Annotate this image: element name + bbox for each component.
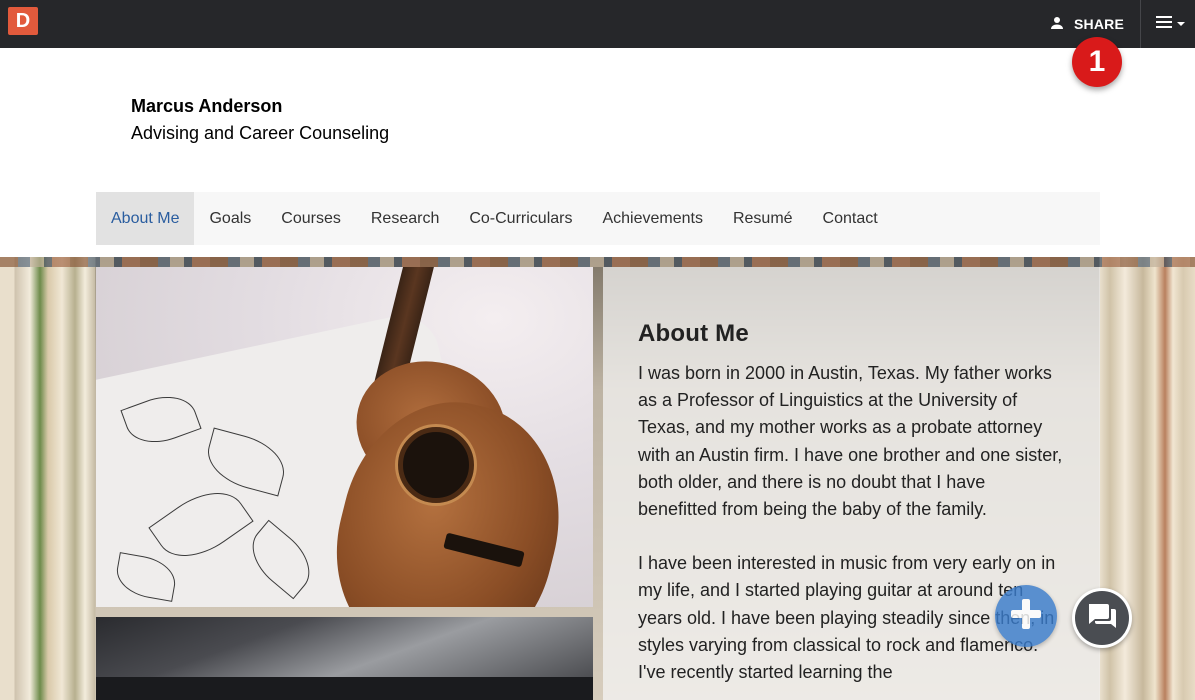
top-bar: D SHARE — [0, 0, 1195, 48]
add-button[interactable] — [995, 585, 1057, 647]
plus-icon — [1006, 594, 1046, 639]
person-icon — [1048, 14, 1066, 35]
tab-research[interactable]: Research — [356, 192, 454, 245]
chat-button[interactable] — [1072, 588, 1132, 648]
chevron-down-icon — [1176, 22, 1185, 26]
photo-dark-band — [96, 677, 593, 700]
app-logo[interactable]: D — [8, 7, 38, 35]
step-badge: 1 — [1072, 37, 1122, 87]
share-label: SHARE — [1074, 16, 1125, 32]
tab-courses[interactable]: Courses — [266, 192, 356, 245]
about-paragraph: I was born in 2000 in Austin, Texas. My … — [638, 363, 1063, 520]
tab-goals[interactable]: Goals — [194, 192, 266, 245]
tab-resume[interactable]: Resumé — [718, 192, 808, 245]
chat-icon — [1085, 599, 1119, 638]
tab-contact[interactable]: Contact — [808, 192, 893, 245]
guitar-sound-hole — [398, 427, 474, 503]
book-spines-strip — [0, 257, 1195, 267]
chat-button-inner — [1075, 591, 1129, 645]
main-menu-button[interactable] — [1150, 0, 1190, 48]
profile-name: Marcus Anderson — [131, 96, 283, 116]
hamburger-icon — [1155, 15, 1174, 34]
about-heading: About Me — [638, 320, 749, 347]
profile-department: Advising and Career Counseling — [131, 123, 390, 143]
second-photo — [96, 617, 593, 700]
tab-about-me[interactable]: About Me — [96, 192, 195, 245]
tab-achievements[interactable]: Achievements — [587, 192, 718, 245]
section-nav: About Me Goals Courses Research Co-Curri… — [96, 192, 1100, 245]
guitar-photo — [96, 267, 593, 607]
menu-divider — [1140, 0, 1141, 48]
tab-co-curriculars[interactable]: Co-Curriculars — [454, 192, 587, 245]
